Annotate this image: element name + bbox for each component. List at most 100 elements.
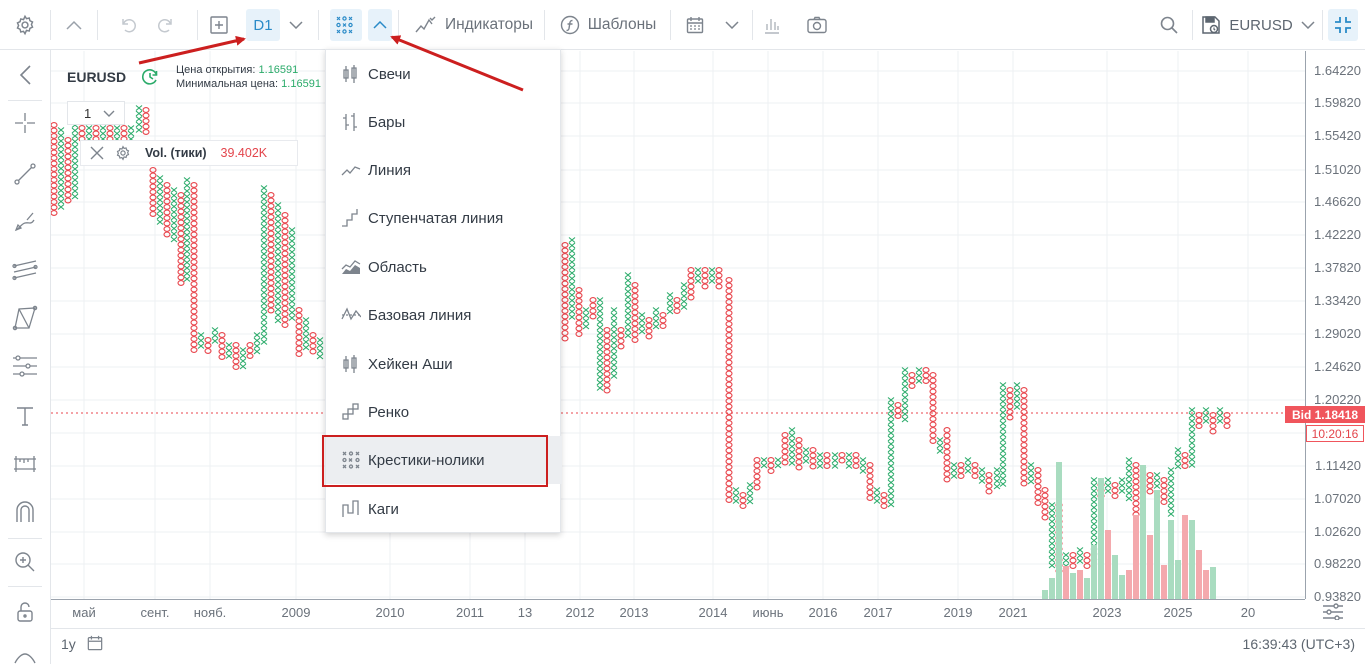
volume-bar bbox=[1091, 545, 1097, 599]
o-mark bbox=[561, 280, 569, 287]
go-to-date-button[interactable] bbox=[87, 635, 103, 654]
kagi-icon bbox=[326, 499, 368, 519]
screenshot-button[interactable] bbox=[802, 0, 832, 50]
x-mark bbox=[1048, 546, 1056, 552]
chart-type-option[interactable]: Базовая линия bbox=[326, 291, 562, 339]
chart-type-button[interactable] bbox=[330, 9, 362, 41]
text-tool[interactable] bbox=[0, 396, 50, 436]
o-mark bbox=[1160, 493, 1168, 500]
undo-button[interactable] bbox=[110, 0, 146, 50]
zoom-tool[interactable] bbox=[0, 542, 50, 582]
settings-button[interactable] bbox=[0, 0, 50, 50]
indicator-settings-button[interactable] bbox=[115, 145, 131, 161]
chart-type-option[interactable]: Каги bbox=[326, 485, 562, 533]
o-mark bbox=[838, 452, 846, 458]
o-mark bbox=[267, 247, 275, 253]
o-mark bbox=[177, 280, 185, 286]
hide-drawings-tool[interactable] bbox=[0, 638, 50, 664]
o-mark bbox=[725, 458, 733, 465]
o-mark bbox=[1160, 499, 1168, 505]
o-mark bbox=[106, 130, 114, 137]
axis-settings-button[interactable] bbox=[1322, 602, 1344, 625]
x-mark bbox=[624, 277, 632, 284]
x-mark bbox=[288, 315, 296, 321]
x-mark bbox=[135, 127, 143, 133]
price-tick-label: 1.46620 bbox=[1314, 194, 1361, 209]
chart-type-option[interactable]: Хейкен Аши bbox=[326, 340, 562, 388]
x-mark bbox=[260, 245, 268, 252]
point-figure-chart[interactable] bbox=[51, 51, 1305, 599]
volume-profile-button[interactable] bbox=[758, 0, 786, 50]
time-tick-label: 2010 bbox=[375, 605, 405, 620]
x-mark bbox=[99, 125, 107, 131]
add-chart-button[interactable] bbox=[204, 0, 234, 50]
x-mark bbox=[274, 246, 282, 252]
o-mark bbox=[64, 175, 72, 182]
o-mark bbox=[177, 252, 185, 259]
collapse-toolbar-button[interactable] bbox=[51, 0, 97, 50]
indicator-icon bbox=[415, 16, 436, 33]
pane-selector[interactable]: 1 bbox=[67, 101, 125, 125]
remove-indicator-button[interactable] bbox=[89, 145, 105, 161]
o-mark bbox=[1020, 431, 1028, 437]
chart-type-option[interactable]: Область bbox=[326, 243, 562, 291]
x-mark bbox=[57, 138, 65, 144]
o-mark bbox=[51, 210, 58, 216]
measure-tool[interactable] bbox=[0, 444, 50, 484]
crosshair-tool[interactable] bbox=[0, 103, 50, 143]
time-tick-label: 2016 bbox=[808, 605, 838, 620]
chart-type-option[interactable]: Свечи bbox=[326, 50, 562, 98]
o-mark bbox=[603, 327, 611, 333]
x-mark bbox=[302, 328, 310, 334]
area-icon bbox=[326, 257, 368, 277]
o-mark bbox=[309, 348, 317, 355]
x-mark bbox=[183, 270, 191, 277]
o-mark bbox=[1020, 464, 1028, 470]
templates-button[interactable]: Шаблоны bbox=[552, 0, 664, 50]
search-button[interactable] bbox=[1154, 0, 1184, 50]
magnet-tool[interactable] bbox=[0, 492, 50, 532]
chart-type-option[interactable]: Линия bbox=[326, 146, 562, 194]
time-axis[interactable]: май сент. нояб. 2009 2010 2011 13 2012 2013 2014 и… bbox=[51, 599, 1305, 627]
price-tick-label: 1.33420 bbox=[1314, 293, 1361, 308]
legend-low-value: 1.16591 bbox=[281, 78, 321, 90]
collapse-sidebar-button[interactable] bbox=[0, 55, 50, 95]
x-mark bbox=[999, 459, 1007, 465]
price-axis[interactable]: 1.64220 1.59820 1.55420 1.51020 1.46620 1.422… bbox=[1305, 51, 1365, 604]
o-mark bbox=[929, 383, 937, 389]
line-icon bbox=[326, 160, 368, 180]
fullscreen-button[interactable] bbox=[1328, 9, 1358, 41]
calendar-dropdown[interactable] bbox=[720, 0, 744, 50]
chart-type-option[interactable]: Ренко bbox=[326, 388, 562, 436]
indicators-button[interactable]: Индикаторы bbox=[404, 0, 544, 50]
price-tick-label: 1.24620 bbox=[1314, 359, 1361, 374]
x-mark bbox=[964, 468, 972, 474]
o-mark bbox=[617, 338, 625, 344]
x-mark bbox=[936, 437, 944, 443]
o-mark bbox=[64, 153, 72, 160]
trendline-tool[interactable] bbox=[0, 154, 50, 194]
chart-type-option[interactable]: Бары bbox=[326, 98, 562, 146]
fibonacci-tool[interactable] bbox=[0, 346, 50, 386]
timeframe-button[interactable]: D1 bbox=[246, 9, 280, 41]
market-hours-button[interactable] bbox=[141, 68, 159, 91]
o-mark bbox=[943, 471, 951, 477]
range-button[interactable]: 1y bbox=[61, 636, 76, 652]
chart-type-dropdown-toggle[interactable] bbox=[368, 9, 392, 41]
channel-tool[interactable] bbox=[0, 250, 50, 290]
x-mark bbox=[1188, 429, 1196, 435]
brush-tool[interactable] bbox=[0, 202, 50, 242]
calendar-button[interactable] bbox=[681, 0, 709, 50]
volume-bar bbox=[1154, 490, 1160, 599]
symbol-selector[interactable]: EURUSD bbox=[1198, 0, 1318, 50]
redo-button[interactable] bbox=[148, 0, 184, 50]
chart-type-option[interactable]: Ступенчатая линия bbox=[326, 194, 562, 242]
pattern-tool[interactable] bbox=[0, 298, 50, 338]
lock-tool[interactable] bbox=[0, 592, 50, 632]
x-mark bbox=[274, 290, 282, 296]
x-mark bbox=[582, 307, 590, 313]
o-mark bbox=[866, 495, 874, 501]
volume-bar bbox=[1056, 462, 1062, 599]
timeframe-dropdown[interactable] bbox=[284, 0, 308, 50]
x-mark bbox=[1076, 552, 1084, 559]
